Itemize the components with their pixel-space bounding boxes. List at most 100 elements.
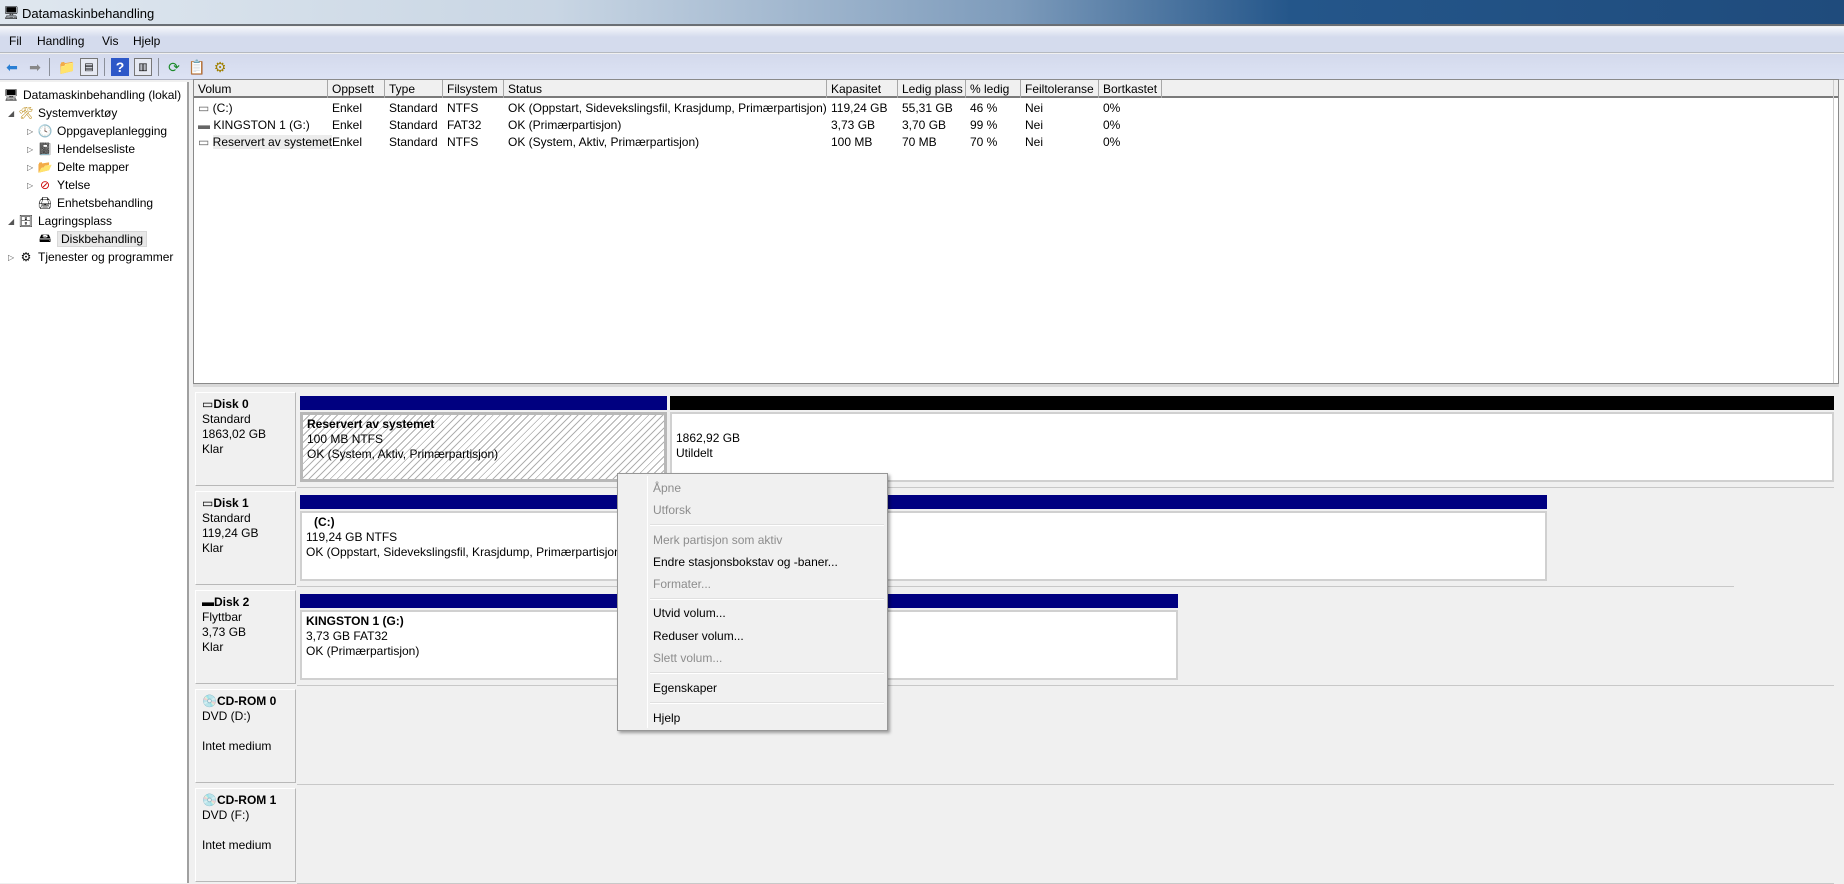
tree-item-diskbehandling[interactable]: 🖴 Diskbehandling bbox=[37, 230, 148, 248]
expanded-arrow-icon[interactable]: ◢ bbox=[8, 217, 18, 226]
partition-bar bbox=[670, 396, 1834, 410]
tree-item-ytelse[interactable]: ▷ ⊘ Ytelse bbox=[27, 176, 90, 194]
collapsed-arrow-icon[interactable]: ▷ bbox=[8, 253, 18, 262]
menu-item-delete-volume[interactable]: Slett volum... bbox=[653, 651, 722, 665]
cdrom-1-label[interactable]: 💿CD-ROM 1 DVD (F:) Intet medium bbox=[195, 788, 296, 882]
performance-icon: ⊘ bbox=[39, 178, 51, 192]
tree-item-tjenester[interactable]: ▷ ⚙ Tjenester og programmer bbox=[8, 248, 173, 266]
disk-drive-icon: ▭ bbox=[202, 496, 214, 510]
column-header-feiltoleranse[interactable]: Feiltoleranse bbox=[1021, 80, 1099, 98]
disk-size: 3,73 GB bbox=[202, 625, 247, 639]
partition-size: 100 MB NTFS bbox=[307, 432, 384, 446]
partition-title: (C:) bbox=[314, 515, 335, 529]
menu-handling[interactable]: Handling bbox=[37, 34, 84, 48]
menu-item-open[interactable]: Åpne bbox=[653, 481, 681, 495]
show-hide-action-pane-icon[interactable]: ▥ bbox=[134, 58, 152, 76]
disk-0-label[interactable]: ▭Disk 0 Standard 1863,02 GB Klar bbox=[195, 392, 296, 486]
expanded-arrow-icon[interactable]: ◢ bbox=[8, 109, 18, 118]
properties-icon[interactable]: 📋 bbox=[188, 58, 206, 76]
disk-2-label[interactable]: ▬Disk 2 Flyttbar 3,73 GB Klar bbox=[195, 590, 296, 684]
volume-cell: ▭ (C:) bbox=[194, 101, 233, 115]
volume-name: Reservert av systemet bbox=[212, 135, 333, 149]
collapsed-arrow-icon[interactable]: ▷ bbox=[27, 163, 37, 172]
settings-icon[interactable]: ⚙ bbox=[211, 58, 229, 76]
tree-item-label: Systemverktøy bbox=[38, 106, 118, 120]
partition-title: KINGSTON 1 (G:) bbox=[306, 614, 404, 628]
tree-item-hendelsesliste[interactable]: ▷ 📓 Hendelsesliste bbox=[27, 140, 135, 158]
menu-hjelp[interactable]: Hjelp bbox=[133, 34, 160, 48]
collapsed-arrow-icon[interactable]: ▷ bbox=[27, 181, 37, 190]
partition-unallocated[interactable]: 1862,92 GB Utildelt bbox=[670, 396, 1834, 482]
column-header-status[interactable]: Status bbox=[504, 80, 827, 98]
volume-row[interactable]: ▬ KINGSTON 1 (G:) Enkel Standard FAT32 OK (P… bbox=[194, 116, 1838, 133]
tree-item-root[interactable]: 🖥 Datamaskinbehandling (lokal) bbox=[3, 86, 181, 104]
column-header-kapasitet[interactable]: Kapasitet bbox=[827, 80, 898, 98]
show-hide-tree-icon[interactable]: ▤ bbox=[80, 58, 98, 76]
volume-cell: 0% bbox=[1103, 101, 1121, 115]
collapsed-arrow-icon[interactable]: ▷ bbox=[27, 145, 37, 154]
volume-cell: Standard bbox=[389, 118, 438, 132]
volume-cell: 3,73 GB bbox=[831, 118, 876, 132]
volume-row[interactable]: ▭ (C:) Enkel Standard NTFS OK (Oppstart, Sid… bbox=[194, 99, 1838, 116]
cd-drive-icon: 💿 bbox=[202, 694, 217, 708]
volume-cell: NTFS bbox=[447, 101, 479, 115]
clock-icon: 🕓 bbox=[37, 124, 53, 138]
menu-vis[interactable]: Vis bbox=[102, 34, 118, 48]
disk-state: Klar bbox=[202, 640, 224, 654]
partition-status: OK (Oppstart, Sidevekslingsfil, Krasjdum… bbox=[306, 545, 625, 559]
cdrom-0-label[interactable]: 💿CD-ROM 0 DVD (D:) Intet medium bbox=[195, 689, 296, 783]
menu-item-properties[interactable]: Egenskaper bbox=[653, 681, 717, 695]
partition-title: Reservert av systemet bbox=[307, 417, 435, 431]
volume-cell: 99 % bbox=[970, 118, 998, 132]
menu-fil[interactable]: Fil bbox=[9, 34, 22, 48]
cdrom-1-area bbox=[297, 788, 1834, 884]
partition-c[interactable]: (C:) 119,24 GB NTFS OK (Oppstart, Sideve… bbox=[300, 495, 1547, 581]
disk-size: 1863,02 GB bbox=[202, 427, 267, 441]
menu-item-explore[interactable]: Utforsk bbox=[653, 503, 691, 517]
disk-management-icon: 🖴 bbox=[38, 230, 52, 245]
menu-item-help[interactable]: Hjelp bbox=[653, 711, 680, 725]
menu-item-extend-volume[interactable]: Utvid volum... bbox=[653, 606, 726, 620]
partition-status: OK (System, Aktiv, Primærpartisjon) bbox=[307, 447, 499, 461]
menu-item-change-drive-letter[interactable]: Endre stasjonsbokstav og -baner... bbox=[653, 555, 838, 569]
column-header-bortkastet[interactable]: Bortkastet bbox=[1099, 80, 1162, 98]
collapsed-arrow-icon[interactable]: ▷ bbox=[27, 127, 37, 136]
volume-cell: OK (System, Aktiv, Primærpartisjon) bbox=[508, 135, 700, 149]
tree-item-lagringsplass[interactable]: ◢ 🗄 Lagringsplass bbox=[8, 212, 112, 230]
volume-row[interactable]: ▭ Reservert av systemet Enkel Standard NTFS… bbox=[194, 133, 1838, 150]
menu-item-format[interactable]: Formater... bbox=[653, 577, 711, 591]
column-header-prosent-ledig[interactable]: % ledig bbox=[966, 80, 1021, 98]
tree-item-enhetsbehandling[interactable]: 🖨 Enhetsbehandling bbox=[37, 194, 153, 212]
back-icon[interactable]: ⬅ bbox=[3, 58, 21, 76]
tools-icon: 🛠 bbox=[18, 106, 34, 120]
scrollbar[interactable] bbox=[1833, 80, 1838, 383]
volume-cell: OK (Primærpartisjon) bbox=[508, 118, 622, 132]
column-header-volum[interactable]: Volum bbox=[194, 80, 328, 98]
disk-drive-icon: ▭ bbox=[202, 397, 214, 411]
volume-cell: 100 MB bbox=[831, 135, 873, 149]
up-folder-icon[interactable]: 📁 bbox=[58, 58, 76, 76]
partition-reservert[interactable]: Reservert av systemet 100 MB NTFS OK (Sy… bbox=[300, 396, 667, 482]
column-header-ledig-plass[interactable]: Ledig plass bbox=[898, 80, 966, 98]
volume-cell: 70 MB bbox=[902, 135, 937, 149]
tree-item-systemverktoy[interactable]: ◢ 🛠 Systemverktøy bbox=[8, 104, 117, 122]
tree-item-label: Delte mapper bbox=[57, 160, 130, 174]
menu-item-mark-active[interactable]: Merk partisjon som aktiv bbox=[653, 533, 782, 547]
partition-size: 119,24 GB NTFS bbox=[306, 530, 398, 544]
column-header-oppsett[interactable]: Oppsett bbox=[328, 80, 385, 98]
volume-cell: 0% bbox=[1103, 118, 1121, 132]
forward-icon[interactable]: ➡ bbox=[26, 58, 44, 76]
column-header-type[interactable]: Type bbox=[385, 80, 443, 98]
column-header-filsystem[interactable]: Filsystem bbox=[443, 80, 504, 98]
menu-item-shrink-volume[interactable]: Reduser volum... bbox=[653, 629, 744, 643]
disk-state: Klar bbox=[202, 442, 224, 456]
tree-item-delte-mapper[interactable]: ▷ 📂 Delte mapper bbox=[27, 158, 129, 176]
disk-name: Disk 0 bbox=[213, 397, 249, 411]
volume-name: (C:) bbox=[212, 101, 233, 115]
tree-item-oppgaveplanlegging[interactable]: ▷ 🕓 Oppgaveplanlegging bbox=[27, 122, 167, 140]
help-icon[interactable]: ? bbox=[111, 58, 129, 76]
refresh-icon[interactable]: ⟳ bbox=[165, 58, 183, 76]
volume-drive-icon: ▭ bbox=[198, 135, 213, 149]
event-log-icon: 📓 bbox=[37, 142, 53, 156]
disk-1-label[interactable]: ▭Disk 1 Standard 119,24 GB Klar bbox=[195, 491, 296, 585]
